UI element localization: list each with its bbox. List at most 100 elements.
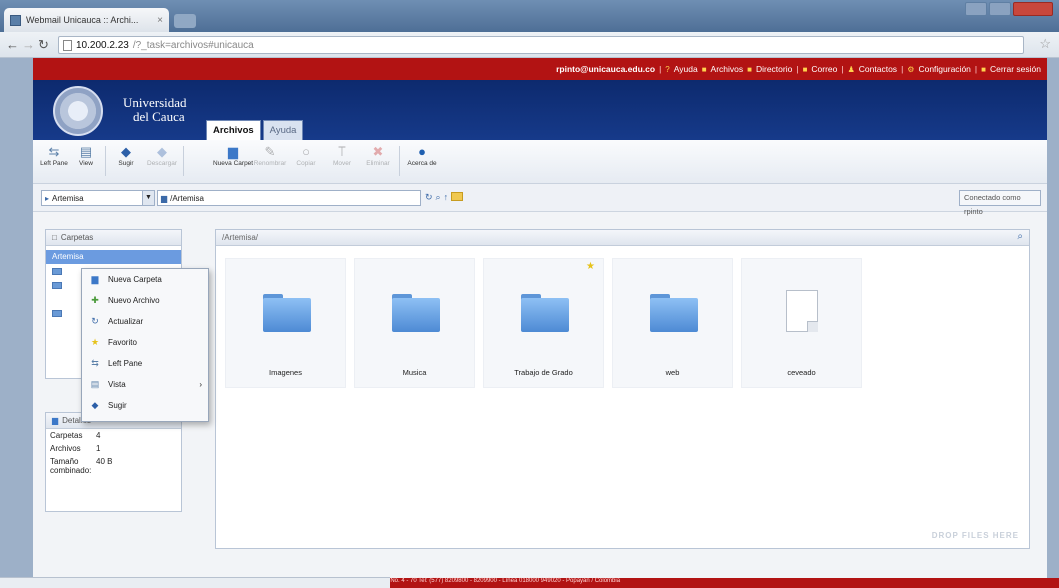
file-item[interactable]: Musica — [354, 258, 475, 388]
link-correo[interactable]: Correo — [811, 64, 837, 74]
file-item[interactable]: ★ Trabajo de Grado — [483, 258, 604, 388]
new-tab-button[interactable] — [174, 14, 196, 28]
files-icon: ■ — [701, 64, 707, 74]
view-icon: ▤ — [90, 379, 100, 389]
link-archivos[interactable]: Archivos — [711, 64, 744, 74]
address-bar[interactable]: 10.200.2.23/?_task=archivos#unicauca — [58, 36, 1024, 54]
left-pane-icon: ⇆ — [48, 144, 60, 159]
download-button[interactable]: ◆ Descargar — [145, 144, 179, 167]
file-item[interactable]: ceveado — [741, 258, 862, 388]
tree-item-selected[interactable]: Artemisa — [46, 250, 181, 264]
new-folder-button[interactable]: ▆ Nueva Carpeta — [213, 144, 253, 167]
document-icon — [786, 290, 818, 332]
browser-tabstrip: Webmail Unicauca :: Archi... × — [0, 0, 1059, 32]
url-path: /?_task=archivos#unicauca — [132, 39, 254, 51]
view-icon: ▤ — [79, 144, 93, 159]
link-ayuda[interactable]: Ayuda — [674, 64, 698, 74]
folder-icon — [650, 294, 698, 332]
go-up-icon[interactable]: ↑ — [444, 192, 449, 203]
tab-archivos[interactable]: Archivos — [206, 120, 261, 140]
upload-icon: ◆ — [121, 144, 131, 159]
context-menu: ▆ Nueva Carpeta ✚ Nuevo Archivo ↻ Actualiza… — [81, 268, 209, 422]
view-button[interactable]: ▤ View — [69, 144, 103, 167]
folder-icon — [521, 294, 569, 332]
user-email: rpinto@unicauca.edu.co — [556, 64, 656, 74]
reload-icon[interactable]: ↻ — [38, 37, 49, 53]
upload-icon: ◆ — [91, 400, 99, 410]
location-icon: ▸ — [45, 193, 50, 203]
tab-ayuda[interactable]: Ayuda — [262, 120, 304, 140]
maximize-button[interactable] — [989, 2, 1011, 16]
minimize-button[interactable] — [965, 2, 987, 16]
browser-tab[interactable]: Webmail Unicauca :: Archi... × — [4, 8, 169, 32]
university-name: Universidad del Cauca — [123, 96, 187, 124]
folders-panel-title: Carpetas — [60, 233, 94, 242]
file-item[interactable]: Imagenes — [225, 258, 346, 388]
rename-button[interactable]: ✎ Renombrar — [253, 144, 287, 167]
new-file-icon: ✚ — [91, 295, 99, 305]
rename-icon: ✎ — [264, 144, 276, 159]
breadcrumb: /Artemisa/ — [222, 233, 259, 242]
close-tab-icon[interactable]: × — [157, 15, 163, 26]
link-directorio[interactable]: Directorio — [756, 64, 792, 74]
menu-item-vista[interactable]: ▤ Vista › — [82, 374, 208, 395]
delete-button[interactable]: ✖ Eliminar — [361, 144, 395, 167]
detail-row: Carpetas 4 — [50, 431, 101, 440]
menu-item-nuevo-archivo[interactable]: ✚ Nuevo Archivo — [82, 290, 208, 311]
new-folder-icon: ▆ — [91, 274, 99, 284]
university-name-line1: Universidad — [123, 95, 187, 110]
upload-button[interactable]: ◆ Sugir — [109, 144, 143, 167]
chevron-down-icon[interactable]: ▼ — [142, 191, 154, 205]
about-button[interactable]: ● Acerca de — [405, 144, 439, 167]
menu-item-left-pane[interactable]: ⇆ Left Pane — [82, 353, 208, 374]
new-folder-icon: ▆ — [228, 144, 238, 159]
details-icon: ▆ — [52, 416, 59, 425]
collapse-icon[interactable]: □ — [52, 233, 57, 242]
folder-icon — [263, 294, 311, 332]
download-icon: ◆ — [157, 144, 167, 159]
file-item[interactable]: web — [612, 258, 733, 388]
file-view: /Artemisa/ ⌕ Imagenes Musica ★ Trabajo d… — [215, 229, 1030, 549]
menu-item-actualizar[interactable]: ↻ Actualizar — [82, 311, 208, 332]
connected-as-badge[interactable]: Conectado como rpinto — [959, 190, 1041, 216]
link-configuracion[interactable]: Configuración — [918, 64, 970, 74]
file-name: Musica — [402, 368, 427, 377]
path-tools: ↻ ⌕ ↑ — [425, 192, 464, 203]
location-value: Artemisa — [52, 193, 84, 203]
path-field[interactable]: ▆ /Artemisa — [157, 190, 421, 206]
menu-item-nueva-carpeta[interactable]: ▆ Nueva Carpeta — [82, 269, 208, 290]
location-select[interactable]: ▸ Artemisa ▼ — [41, 190, 155, 206]
file-name: ceveado — [787, 368, 816, 377]
bookmark-star-icon[interactable]: ☆ — [1039, 36, 1051, 52]
move-icon: ⟙ — [338, 144, 346, 159]
favicon-icon — [10, 14, 21, 26]
file-name: Trabajo de Grado — [514, 368, 573, 377]
details-panel: ▆ Detalles Carpetas 4 Archivos 1 Tamaño co… — [45, 412, 182, 512]
link-contactos[interactable]: Contactos — [859, 64, 897, 74]
folder-path-icon: ▆ — [161, 193, 168, 203]
page-icon — [63, 39, 72, 51]
forward-icon[interactable]: → — [22, 37, 35, 52]
favorite-folder-icon[interactable] — [451, 192, 464, 201]
menu-item-favorito[interactable]: ★ Favorito — [82, 332, 208, 353]
settings-icon: ⚙ — [907, 64, 915, 74]
menu-item-subir[interactable]: ◆ Sugir — [82, 395, 208, 416]
search-icon[interactable]: ⌕ — [436, 192, 441, 203]
refresh-icon[interactable]: ↻ — [425, 192, 433, 203]
back-icon[interactable]: ← — [6, 37, 19, 52]
app-tabs: Archivos Ayuda — [206, 120, 304, 140]
search-icon[interactable]: ⌕ — [1017, 231, 1023, 242]
copy-button[interactable]: ○ Copiar — [289, 144, 323, 167]
window-controls — [965, 2, 1053, 16]
left-pane-icon: ⇆ — [91, 358, 99, 368]
chevron-right-icon: › — [199, 380, 202, 389]
left-pane-button[interactable]: ⇆ Left Pane — [37, 144, 71, 167]
app-background: rpinto@unicauca.edu.co | ? Ayuda ■ Archivo… — [0, 58, 1059, 588]
folder-icon — [52, 281, 62, 289]
folder-icon — [52, 309, 62, 317]
move-button[interactable]: ⟙ Mover — [325, 144, 359, 167]
close-window-button[interactable] — [1013, 2, 1053, 16]
link-cerrar-sesion[interactable]: Cerrar sesión — [990, 64, 1041, 74]
delete-icon: ✖ — [372, 144, 384, 159]
brand-header: Universidad del Cauca Archivos Ayuda — [33, 80, 1047, 140]
